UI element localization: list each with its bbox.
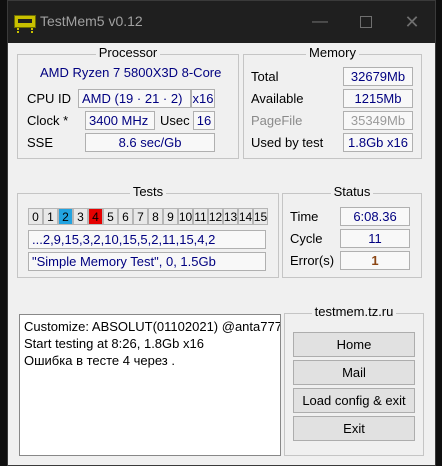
used-by-test-field: 1.8Gb x16 — [343, 133, 413, 152]
site-link[interactable]: testmem.tz.ru — [311, 304, 397, 319]
clock-label: Clock * — [27, 113, 69, 128]
sse-field: 8.6 sec/Gb — [85, 133, 215, 152]
status-group-title: Status — [330, 184, 374, 199]
errors-count: 1 — [371, 253, 379, 268]
mail-button[interactable]: Mail — [293, 360, 415, 385]
app-window: TestMem5 v0.12 — ✕ Processor AMD Ryzen 7… — [7, 0, 436, 466]
cycle-label: Cycle — [290, 231, 323, 246]
home-button[interactable]: Home — [293, 332, 415, 357]
cpu-id-field: AMD (19 · 21 · 2) — [78, 89, 191, 108]
window-title: TestMem5 v0.12 — [40, 13, 143, 29]
test-cell-2: 2 — [58, 208, 73, 225]
available-label: Available — [251, 91, 304, 106]
log-textarea[interactable]: Customize: ABSOLUT(01102021) @anta777 Sta… — [19, 314, 281, 456]
load-config-exit-button[interactable]: Load config & exit — [293, 388, 415, 413]
exit-button[interactable]: Exit — [293, 416, 415, 441]
memory-chip-icon — [14, 15, 36, 31]
test-cell-11: 11 — [193, 208, 208, 225]
clock-field: 3400 MHz — [85, 111, 155, 130]
pagefile-field: 35349Mb — [343, 111, 413, 130]
test-cell-0: 0 — [28, 208, 43, 225]
maximize-icon — [360, 16, 372, 28]
total-label: Total — [251, 69, 279, 84]
minimize-button[interactable]: — — [297, 1, 343, 43]
usec-label: Usec — [160, 113, 190, 128]
cycle-field: 11 — [340, 229, 410, 248]
test-sequence-field: ...2,9,15,3,2,10,15,5,2,11,15,4,2 — [28, 230, 266, 249]
errors-field: 1 — [340, 251, 410, 270]
test-cell-4: 4 — [88, 208, 103, 225]
maximize-button[interactable] — [343, 1, 389, 43]
test-cell-15: 15 — [253, 208, 268, 225]
cpu-id-label: CPU ID — [27, 91, 72, 106]
close-button[interactable]: ✕ — [389, 1, 435, 43]
log-line: Customize: ABSOLUT(01102021) @anta777 — [24, 319, 281, 334]
used-by-test-label: Used by test — [251, 135, 324, 150]
usec-field: 16 — [193, 111, 215, 130]
test-cell-3: 3 — [73, 208, 88, 225]
pagefile-label: PageFile — [251, 113, 303, 128]
time-label: Time — [290, 209, 319, 224]
test-cell-7: 7 — [133, 208, 148, 225]
sse-label: SSE — [27, 135, 54, 150]
total-field: 32679Mb — [343, 67, 413, 86]
tests-indicator-row: 0 1 2 3 4 5 6 7 8 9 10 11 12 13 14 15 — [28, 208, 268, 225]
test-cell-1: 1 — [43, 208, 58, 225]
time-field: 6:08.36 — [340, 207, 410, 226]
available-field: 1215Mb — [343, 89, 413, 108]
title-bar[interactable]: TestMem5 v0.12 — ✕ — [8, 1, 435, 43]
log-line: Start testing at 8:26, 1.8Gb x16 — [24, 336, 204, 351]
tests-group-title: Tests — [129, 184, 167, 199]
test-cell-6: 6 — [118, 208, 133, 225]
test-cell-9: 9 — [163, 208, 178, 225]
cpu-threads-field: x16 — [191, 89, 215, 108]
test-cell-14: 14 — [238, 208, 253, 225]
test-cell-10: 10 — [178, 208, 193, 225]
current-test-field: "Simple Memory Test", 0, 1.5Gb — [28, 252, 266, 271]
test-cell-8: 8 — [148, 208, 163, 225]
test-cell-5: 5 — [103, 208, 118, 225]
processor-group-title: Processor — [95, 45, 161, 60]
test-cell-13: 13 — [223, 208, 238, 225]
memory-group-title: Memory — [306, 45, 359, 60]
log-line: Ошибка в тесте 4 через . — [24, 353, 175, 368]
errors-label: Error(s) — [290, 253, 335, 268]
test-cell-12: 12 — [208, 208, 223, 225]
cpu-name: AMD Ryzen 7 5800X3D 8-Core — [40, 65, 222, 80]
